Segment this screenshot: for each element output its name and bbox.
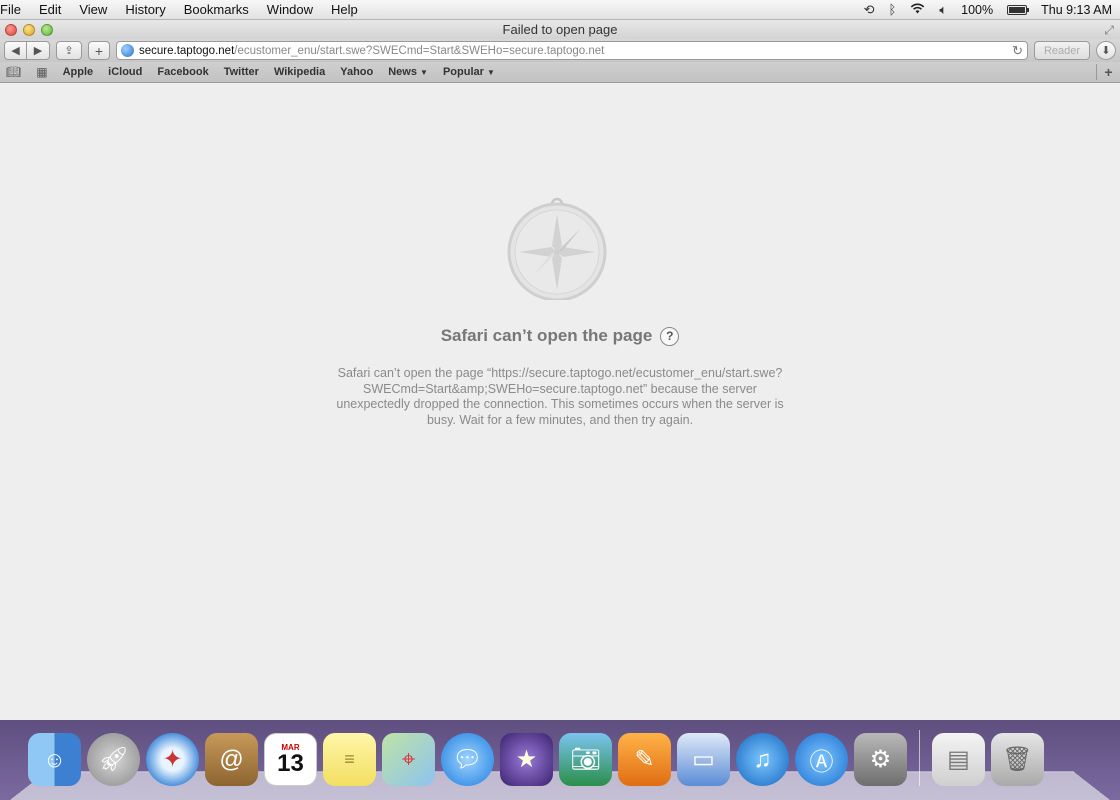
status-menus: ⟲ ᛒ 🔈︎ 100% Thu 9:13 AM [864,2,1120,18]
help-button[interactable]: ? [660,326,680,346]
bookmark-icloud[interactable]: iCloud [108,66,142,78]
back-arrow-icon: ◀ [11,45,20,57]
bookmark-apple[interactable]: Apple [63,66,94,78]
dock-separator [919,730,920,786]
bookmark-news[interactable]: News ▼ [388,66,428,78]
error-message: Safari can’t open the page “https://secu… [336,366,784,427]
pages-icon[interactable]: ✎ [618,733,671,786]
chevron-down-icon: ▼ [486,68,495,77]
address-bar[interactable]: secure.taptogo.net/ecustomer_enu/start.s… [116,41,1028,60]
page-content: Safari can’t open the page ? Safari can’… [0,84,1120,720]
app-menu: File Edit View History Bookmarks Window … [0,2,367,17]
imovie-icon[interactable]: ★ [500,733,553,786]
bookmark-facebook[interactable]: Facebook [157,66,208,78]
dock: ☺︎ 🚀︎ ✦ @ MAR 13 ≡ ⌖ 💬︎ ★ 📷︎ ✎ ▭ ♫ Ⓐ ⚙ ▤… [28,730,1044,786]
bluetooth-icon[interactable]: ᛒ [889,2,897,17]
trash-icon[interactable]: 🗑︎ [991,733,1044,786]
url-host: secure.taptogo.net [139,44,235,57]
download-icon: ⬇ [1101,45,1111,57]
nav-buttons: ◀ ▶ [4,41,50,60]
itunes-icon[interactable]: ♫ [736,733,789,786]
reading-list-icon[interactable]: 📖︎ [6,65,21,79]
bookmark-twitter[interactable]: Twitter [224,66,259,78]
bookmark-yahoo[interactable]: Yahoo [340,66,373,78]
menu-window[interactable]: Window [258,2,322,17]
battery-percent[interactable]: 100% [961,3,993,17]
contacts-icon[interactable]: @ [205,733,258,786]
dock-area: ☺︎ 🚀︎ ✦ @ MAR 13 ≡ ⌖ 💬︎ ★ 📷︎ ✎ ▭ ♫ Ⓐ ⚙ ▤… [0,720,1120,800]
url-path: /ecustomer_enu/start.swe?SWECmd=Start&SW… [234,44,605,57]
title-bar: Failed to open page ⤢ [0,20,1120,39]
system-preferences-icon[interactable]: ⚙ [854,733,907,786]
menu-help[interactable]: Help [322,2,367,17]
menu-bar: File Edit View History Bookmarks Window … [0,0,1120,20]
launchpad-icon[interactable]: 🚀︎ [87,733,140,786]
chevron-down-icon: ▼ [420,68,428,77]
notes-icon[interactable]: ≡ [323,733,376,786]
new-tab-button[interactable]: + [88,41,110,60]
menu-history[interactable]: History [116,2,174,17]
share-button[interactable]: ⇪ [56,41,82,60]
maps-icon[interactable]: ⌖ [382,733,435,786]
app-store-icon[interactable]: Ⓐ [795,733,848,786]
bookmark-popular-label: Popular [442,66,484,78]
safari-compass-icon [507,197,607,300]
volume-icon[interactable]: 🔈︎ [939,2,947,18]
reader-button[interactable]: Reader [1034,41,1090,60]
bookmarks-bar: 📖︎ ▦ Apple iCloud Facebook Twitter Wikip… [0,62,1120,83]
forward-button[interactable]: ▶ [27,41,50,60]
error-heading: Safari can’t open the page ? [0,326,1120,346]
finder-icon[interactable]: ☺︎ [28,733,81,786]
bookmark-wikipedia[interactable]: Wikipedia [274,66,325,78]
share-icon: ⇪ [64,45,74,57]
toolbar: ◀ ▶ ⇪ + secure.taptogo.net/ecustomer_enu… [0,39,1120,62]
menu-view[interactable]: View [70,2,116,17]
bookmark-news-label: News [388,66,417,78]
top-sites-icon[interactable]: ▦ [36,65,47,79]
keynote-icon[interactable]: ▭ [677,733,730,786]
globe-icon [121,44,134,57]
back-button[interactable]: ◀ [4,41,27,60]
error-title: Safari can’t open the page [440,326,653,345]
calendar-day: 13 [277,750,304,777]
menu-edit[interactable]: Edit [30,2,70,17]
wifi-icon[interactable] [910,2,925,17]
downloads-button[interactable]: ⬇ [1096,41,1116,60]
window-title: Failed to open page [502,22,618,37]
clock[interactable]: Thu 9:13 AM [1041,3,1112,17]
menu-file[interactable]: File [0,2,30,17]
battery-icon[interactable] [1007,4,1030,15]
downloads-stack-icon[interactable]: ▤ [932,733,985,786]
plus-icon: + [94,42,104,59]
safari-icon[interactable]: ✦ [146,733,199,786]
menu-bookmarks[interactable]: Bookmarks [175,2,258,17]
safari-window: Failed to open page ⤢ ◀ ▶ ⇪ + secure.tap… [0,20,1120,720]
reload-icon[interactable]: ↻ [1012,43,1023,59]
iphoto-icon[interactable]: 📷︎ [559,733,612,786]
calendar-icon[interactable]: MAR 13 [264,733,317,786]
bookmark-popular[interactable]: Popular ▼ [443,66,495,78]
battery-fill [1009,6,1026,13]
messages-icon[interactable]: 💬︎ [441,733,494,786]
forward-arrow-icon: ▶ [33,45,43,57]
fullscreen-icon[interactable]: ⤢ [1104,23,1114,38]
time-machine-icon[interactable]: ⟲ [864,2,875,18]
add-tab-icon[interactable]: + [1096,64,1120,80]
